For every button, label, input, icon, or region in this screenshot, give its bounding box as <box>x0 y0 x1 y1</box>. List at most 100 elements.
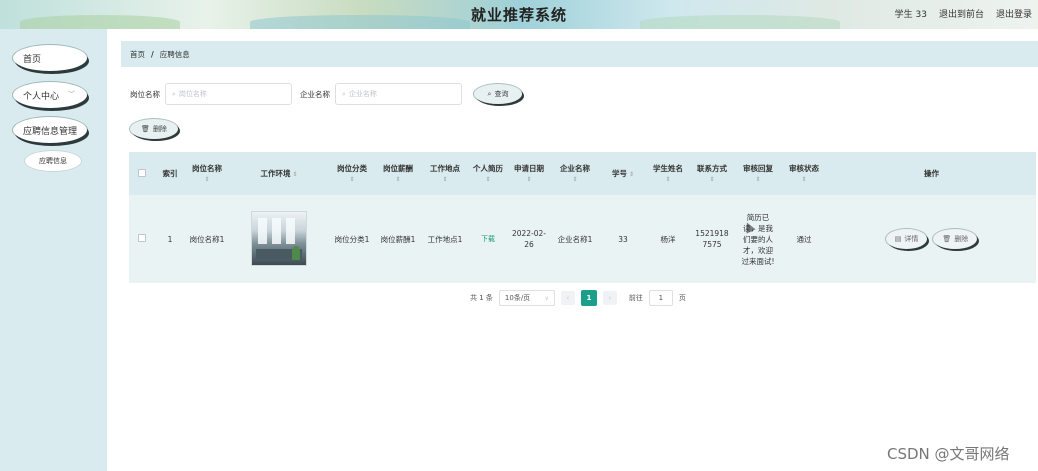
select-all-header[interactable] <box>129 152 155 195</box>
col-category[interactable]: 岗位分类 ⇕ <box>329 152 375 195</box>
cell-resume: 下载 <box>469 195 507 283</box>
sort-icon[interactable]: ⇕ <box>187 176 227 184</box>
sidebar-item-personal-center[interactable]: 个人中心 ﹀ <box>13 82 87 108</box>
col-job-name[interactable]: 岗位名称 ⇕ <box>185 152 229 195</box>
sort-icon[interactable]: ⇕ <box>292 171 297 178</box>
cell-review-status: 通过 <box>781 195 827 283</box>
cell-apply-date: 2022-02-26 <box>507 195 551 283</box>
sort-icon[interactable]: ⇕ <box>649 176 687 184</box>
sort-icon[interactable]: ⇕ <box>471 176 505 184</box>
cell-environment <box>229 195 329 283</box>
col-student-no[interactable]: 学号 ⇕ <box>599 152 647 195</box>
review-reply-text: 简历已读，是我们要的人才，欢迎过来面试! <box>741 212 775 266</box>
batch-delete-button[interactable]: 🗑 删除 <box>130 119 178 139</box>
row-delete-label: 删除 <box>954 235 969 243</box>
sort-icon[interactable]: ⇕ <box>629 171 634 178</box>
chevron-down-icon: ∨ <box>544 294 549 302</box>
detail-button[interactable]: ▤ 详情 <box>885 229 928 249</box>
job-name-input[interactable] <box>178 90 279 98</box>
col-review-reply[interactable]: 审核回复 ⇕ <box>735 152 781 195</box>
apply-date-text: 2022-02-26 <box>511 229 547 249</box>
sort-icon[interactable]: ⇕ <box>331 176 373 184</box>
col-company[interactable]: 企业名称 ⇕ <box>551 152 599 195</box>
detail-button-label: 详情 <box>904 235 919 243</box>
cell-review-reply: 简历已读，是我们要的人才，欢迎过来面试! <box>735 195 781 283</box>
chevron-down-icon: ﹀ <box>68 90 75 99</box>
col-review-status[interactable]: 审核状态 ⇕ <box>781 152 827 195</box>
sort-icon[interactable]: ⇕ <box>423 176 467 184</box>
col-student-name[interactable]: 学生姓名 ⇕ <box>647 152 689 195</box>
sort-icon[interactable]: ⇕ <box>377 176 419 184</box>
query-button[interactable]: ⌕ 查询 <box>474 84 522 104</box>
sidebar-subitem-application-info[interactable]: 应聘信息 <box>25 151 81 171</box>
company-name-input[interactable] <box>348 90 449 98</box>
pagination: 共 1 条 10条/页 ∨ ‹ 1 › 前往 页 <box>470 290 686 306</box>
page-unit-label: 页 <box>678 294 686 302</box>
current-user: 学生 33 <box>894 10 927 20</box>
applications-table: 索引 岗位名称 ⇕ 工作环境 ⇕ 岗位分类 ⇕ 岗位薪酬 ⇕ 工作地点 ⇕ 个人简历 ⇕ 申… <box>129 152 1036 283</box>
page-number-button[interactable]: 1 <box>580 290 597 306</box>
search-form: 岗位名称 ⌕ 企业名称 ⌕ <box>130 83 462 105</box>
goto-page-input[interactable] <box>648 290 673 306</box>
cell-company: 企业名称1 <box>551 195 599 283</box>
batch-delete-label: 删除 <box>152 125 167 133</box>
trash-icon: 🗑 <box>942 235 952 243</box>
logout-link[interactable]: 退出登录 <box>996 7 1032 20</box>
contact-text: 15219187575 <box>695 229 729 249</box>
col-environment[interactable]: 工作环境 ⇕ <box>229 152 329 195</box>
job-name-label: 岗位名称 <box>130 89 160 99</box>
top-header: 就业推荐系统 学生 33 退出到前台 退出登录 <box>0 0 1038 29</box>
sort-icon[interactable]: ⇕ <box>509 176 549 184</box>
back-to-front-link[interactable]: 退出到前台 <box>939 7 984 20</box>
detail-icon: ▤ <box>894 235 902 243</box>
row-delete-button[interactable]: 🗑 删除 <box>933 229 978 249</box>
company-name-label: 企业名称 <box>300 89 330 99</box>
sort-icon[interactable]: ⇕ <box>737 176 779 184</box>
cell-contact: 15219187575 <box>689 195 735 283</box>
col-resume[interactable]: 个人简历 ⇕ <box>469 152 507 195</box>
search-icon: ⌕ <box>342 89 346 98</box>
sort-icon[interactable]: ⇕ <box>553 176 597 184</box>
search-icon: ⌕ <box>487 89 492 98</box>
select-all-checkbox[interactable] <box>138 168 146 177</box>
cell-job-name: 岗位名称1 <box>185 195 229 283</box>
row-actions: ▤ 详情 🗑 删除 <box>829 229 1034 249</box>
job-name-search-box[interactable]: ⌕ <box>165 83 292 105</box>
breadcrumb-home[interactable]: 首页 <box>130 49 145 60</box>
col-location[interactable]: 工作地点 ⇕ <box>421 152 469 195</box>
pagination-total: 共 1 条 <box>470 294 493 302</box>
environment-photo[interactable] <box>251 210 307 266</box>
col-apply-date[interactable]: 申请日期 ⇕ <box>507 152 551 195</box>
prev-page-button[interactable]: ‹ <box>560 291 575 305</box>
page-size-select[interactable]: 10条/页 ∨ <box>498 290 555 306</box>
page-size-value: 10条/页 <box>504 294 531 302</box>
table-header-row: 索引 岗位名称 ⇕ 工作环境 ⇕ 岗位分类 ⇕ 岗位薪酬 ⇕ 工作地点 ⇕ 个人简历 ⇕ 申… <box>129 152 1036 195</box>
cell-actions: ▤ 详情 🗑 删除 <box>827 195 1036 283</box>
col-contact[interactable]: 联系方式 ⇕ <box>689 152 735 195</box>
sidebar-item-label: 应聘信息管理 <box>23 126 78 137</box>
query-button-label: 查询 <box>494 90 509 98</box>
sidebar-subitem-label: 应聘信息 <box>39 157 67 165</box>
sidebar-item-label: 个人中心 <box>23 91 60 102</box>
resume-download-link[interactable]: 下载 <box>481 235 495 243</box>
company-name-search-box[interactable]: ⌕ <box>335 83 462 105</box>
table-row: 1 岗位名称1 岗位分类1 岗位薪酬1 工作地点1 下载 2022-02-26 … <box>129 195 1036 283</box>
next-page-button[interactable]: › <box>602 291 617 305</box>
cell-index: 1 <box>155 195 185 283</box>
row-checkbox[interactable] <box>138 234 146 242</box>
sidebar-item-application-management[interactable]: 应聘信息管理 <box>13 117 87 143</box>
cell-category: 岗位分类1 <box>329 195 375 283</box>
breadcrumb-separator: / <box>151 49 154 59</box>
row-select[interactable] <box>129 195 155 283</box>
col-salary[interactable]: 岗位薪酬 ⇕ <box>375 152 421 195</box>
trash-icon: 🗑 <box>141 125 150 133</box>
col-index: 索引 <box>155 152 185 195</box>
breadcrumb-current: 应聘信息 <box>159 49 190 59</box>
sidebar-item-home[interactable]: 首页 <box>13 45 87 71</box>
header-user-actions: 学生 33 退出到前台 退出登录 <box>895 7 1032 20</box>
site-title: 就业推荐系统 <box>470 6 567 24</box>
cell-student-name: 杨洋 <box>647 195 689 283</box>
sort-icon[interactable]: ⇕ <box>783 176 825 184</box>
cell-location: 工作地点1 <box>421 195 469 283</box>
sort-icon[interactable]: ⇕ <box>691 176 733 184</box>
